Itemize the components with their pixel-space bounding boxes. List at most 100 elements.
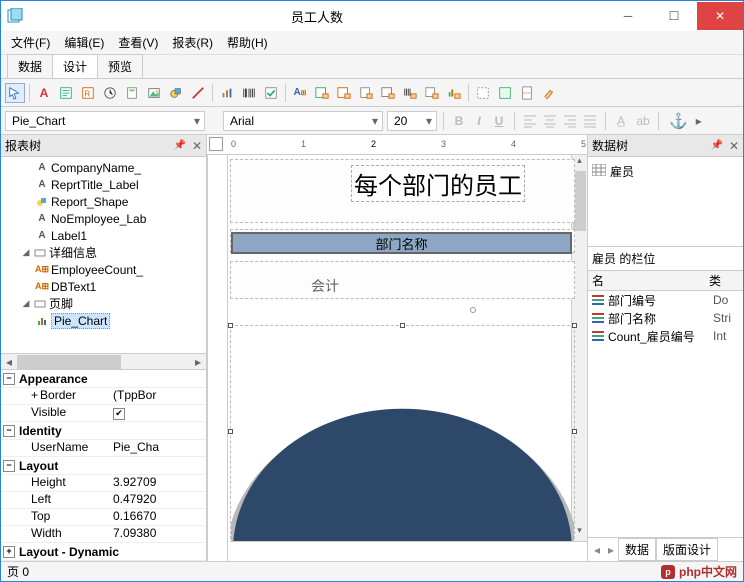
tree-item[interactable]: NoEmployee_Lab: [51, 212, 146, 226]
dbrichtext-button[interactable]: [334, 83, 354, 103]
fields-section-title: 雇员 的栏位: [588, 247, 743, 271]
field-row[interactable]: 部门名称Stri: [588, 309, 743, 327]
tab-data[interactable]: 数据: [7, 54, 53, 78]
brush-button[interactable]: [539, 83, 559, 103]
status-page: 页 0: [7, 563, 29, 580]
menu-edit[interactable]: 编辑(E): [58, 32, 110, 53]
richtext-tool-button[interactable]: R: [78, 83, 98, 103]
panel-close-icon[interactable]: ✕: [192, 139, 202, 153]
data-table-node[interactable]: 雇员: [592, 161, 739, 182]
horizontal-ruler: 0 1 2 3 4 5: [207, 135, 587, 155]
tree-item[interactable]: DBText1: [51, 280, 96, 294]
data-tree-title: 数据树: [592, 137, 628, 154]
bold-button[interactable]: B: [450, 112, 468, 130]
prop-value[interactable]: 3.92709: [111, 475, 206, 491]
prop-name: Top: [1, 509, 111, 525]
dbbarcode-button[interactable]: [400, 83, 420, 103]
tab-scroll-left[interactable]: ◂: [590, 543, 604, 557]
pagebreak-button[interactable]: [517, 83, 537, 103]
tab-scroll-right[interactable]: ▸: [604, 543, 618, 557]
report-title-label[interactable]: 每个部门的员工: [351, 165, 525, 202]
checkbox-tool-button[interactable]: [261, 83, 281, 103]
prop-category[interactable]: Appearance: [19, 372, 88, 386]
menu-file[interactable]: 文件(F): [5, 32, 56, 53]
tab-preview[interactable]: 预览: [97, 54, 143, 78]
pin-icon[interactable]: 📌: [710, 140, 722, 151]
panel-close-icon[interactable]: ✕: [729, 139, 739, 153]
visible-checkbox[interactable]: ✔: [113, 408, 125, 420]
col-name-header[interactable]: 名: [588, 272, 709, 289]
anchor-button[interactable]: ⚓: [669, 112, 688, 130]
detail-dbtext[interactable]: 会计: [311, 276, 339, 296]
tab-design[interactable]: 设计: [52, 54, 98, 78]
align-justify-button[interactable]: [581, 112, 599, 130]
tree-item[interactable]: 页脚: [49, 295, 73, 312]
tree-item-selected[interactable]: Pie_Chart: [51, 313, 110, 329]
right-tab-data[interactable]: 数据: [618, 538, 656, 561]
chart-bar-button[interactable]: [217, 83, 237, 103]
field-row[interactable]: Count_雇员编号Int: [588, 327, 743, 345]
tree-item[interactable]: Label1: [51, 229, 87, 243]
align-right-button[interactable]: [561, 112, 579, 130]
prop-value[interactable]: Pie_Cha: [111, 440, 206, 456]
prop-category[interactable]: Layout - Dynamic: [19, 545, 119, 559]
image-tool-button[interactable]: [144, 83, 164, 103]
calc-tool-button[interactable]: [122, 83, 142, 103]
tree-item[interactable]: EmployeeCount_: [51, 263, 143, 277]
close-button[interactable]: ✕: [697, 2, 743, 30]
field-row[interactable]: 部门编号Do: [588, 291, 743, 309]
dbchart-button[interactable]: [444, 83, 464, 103]
dropdown-icon: ▾: [372, 114, 378, 128]
highlight-button[interactable]: ab: [634, 112, 652, 130]
tree-item[interactable]: ReprtTitle_Label: [51, 178, 139, 192]
dbmemo-button[interactable]: [312, 83, 332, 103]
prop-category[interactable]: Identity: [19, 424, 62, 438]
subreport-button[interactable]: [495, 83, 515, 103]
maximize-button[interactable]: ☐: [651, 2, 697, 30]
italic-button[interactable]: I: [470, 112, 488, 130]
pin-icon[interactable]: 📌: [173, 140, 185, 151]
minimize-button[interactable]: ─: [605, 2, 651, 30]
font-size-combo[interactable]: 20▾: [387, 111, 437, 131]
pointer-tool-button[interactable]: [5, 83, 25, 103]
underline-button[interactable]: U: [490, 112, 508, 130]
property-grid[interactable]: −Appearance +Border(TppBor Visible✔ −Ide…: [1, 369, 206, 561]
col-type-header[interactable]: 类: [709, 272, 743, 289]
align-left-button[interactable]: [521, 112, 539, 130]
dbimage-button[interactable]: [378, 83, 398, 103]
font-color-button[interactable]: A̲: [612, 112, 630, 130]
system-tool-button[interactable]: [100, 83, 120, 103]
label-tool-button[interactable]: A: [34, 83, 54, 103]
report-tree[interactable]: ACompanyName_ AReprtTitle_Label Report_S…: [1, 157, 206, 353]
font-name-combo[interactable]: Arial▾: [223, 111, 383, 131]
pie-chart-object[interactable]: [230, 325, 575, 539]
prop-category[interactable]: Layout: [19, 459, 58, 473]
barcode-button[interactable]: [239, 83, 259, 103]
align-center-button[interactable]: [541, 112, 559, 130]
dbcheck-button[interactable]: [422, 83, 442, 103]
toolbar-overflow-icon[interactable]: ▸: [696, 114, 702, 128]
prop-value[interactable]: (TppBor: [111, 388, 206, 404]
object-name-combo[interactable]: Pie_Chart▾: [5, 111, 205, 131]
region-button[interactable]: [473, 83, 493, 103]
dbtext-button[interactable]: A⊞: [290, 83, 310, 103]
tree-item[interactable]: 详细信息: [49, 244, 97, 261]
tree-h-scrollbar[interactable]: ◂▸: [1, 353, 206, 369]
tree-item[interactable]: Report_Shape: [51, 195, 128, 209]
prop-value[interactable]: 7.09380: [111, 526, 206, 542]
memo-tool-button[interactable]: [56, 83, 76, 103]
menu-help[interactable]: 帮助(H): [221, 32, 274, 53]
prop-value[interactable]: 0.47920: [111, 492, 206, 508]
separator: [514, 112, 515, 130]
right-tab-layout[interactable]: 版面设计: [656, 538, 718, 561]
prop-value[interactable]: 0.16670: [111, 509, 206, 525]
tree-item[interactable]: CompanyName_: [51, 161, 141, 175]
column-header-label[interactable]: 部门名称: [231, 232, 572, 254]
menu-view[interactable]: 查看(V): [112, 32, 164, 53]
dbcalc-button[interactable]: [356, 83, 376, 103]
band-resize-handle[interactable]: [470, 307, 476, 313]
menu-report[interactable]: 报表(R): [166, 32, 219, 53]
line-tool-button[interactable]: [188, 83, 208, 103]
report-canvas[interactable]: 每个部门的员工 部门名称 会计: [230, 155, 587, 561]
shape-tool-button[interactable]: [166, 83, 186, 103]
